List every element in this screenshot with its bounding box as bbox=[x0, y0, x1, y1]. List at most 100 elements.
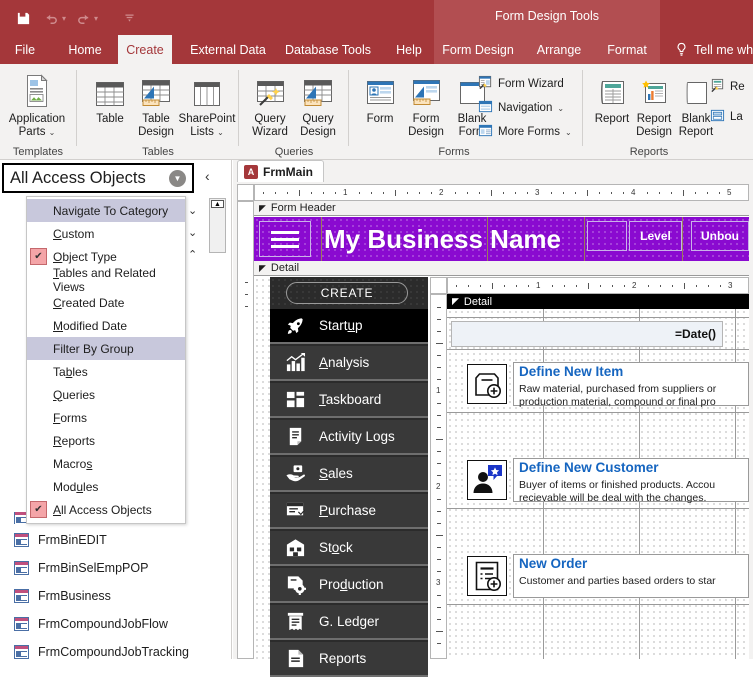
box-plus-icon[interactable] bbox=[467, 364, 507, 404]
card-title-define-new-customer: Define New Customer bbox=[519, 460, 659, 475]
tab-database-tools[interactable]: Database Tools bbox=[278, 35, 378, 64]
menu-item-navigate-to-category[interactable]: Navigate To Category bbox=[27, 199, 185, 222]
collapse-arrow-icon[interactable]: ◤ bbox=[452, 296, 459, 307]
tab-create[interactable]: Create bbox=[118, 35, 172, 64]
sidebar-item-label: G. Ledger bbox=[319, 614, 380, 629]
redo-dropdown-icon[interactable]: ▾ bbox=[94, 14, 98, 23]
labels-button[interactable]: La bbox=[710, 108, 743, 126]
menu-item-macros[interactable]: Macros bbox=[27, 452, 185, 475]
menu-item-reports[interactable]: Reports bbox=[27, 429, 185, 452]
customize-qat-icon[interactable] bbox=[116, 6, 142, 30]
card-desc-new-order: Customer and parties based orders to sta… bbox=[519, 575, 716, 587]
header-banner[interactable]: My Business Name Level Unbou bbox=[254, 217, 749, 261]
sidebar-item-stock[interactable]: Stock bbox=[270, 531, 428, 566]
sidebar-item-purchase[interactable]: Purchase bbox=[270, 494, 428, 529]
list-item[interactable]: FrmCompoundJobFlow bbox=[0, 610, 208, 638]
form-object-icon bbox=[14, 533, 29, 547]
sidebar-item-label: Sales bbox=[319, 466, 353, 481]
list-item[interactable]: FrmBinEDIT bbox=[0, 526, 208, 554]
person-star-icon[interactable] bbox=[467, 460, 507, 500]
save-icon[interactable] bbox=[10, 6, 36, 30]
sidebar-item-taskboard[interactable]: Taskboard bbox=[270, 383, 428, 418]
sidebar-item-activity-logs[interactable]: Activity Logs bbox=[270, 420, 428, 455]
report-wizard-button[interactable]: Re bbox=[710, 78, 745, 96]
sidebar-item-sales[interactable]: Sales bbox=[270, 457, 428, 492]
object-name: FrmBinEDIT bbox=[38, 533, 107, 547]
sidebar-item-production[interactable]: Production bbox=[270, 568, 428, 603]
collapse-arrow-icon[interactable]: ◤ bbox=[259, 203, 266, 214]
tab-arrange[interactable]: Arrange bbox=[528, 35, 590, 64]
form-wizard-button[interactable]: Form Wizard bbox=[478, 75, 564, 93]
tab-home[interactable]: Home bbox=[60, 35, 110, 64]
detail-canvas-inner[interactable]: =Date() Define New Item Raw material, pu… bbox=[447, 309, 749, 659]
tab-form-design[interactable]: Form Design bbox=[436, 35, 520, 64]
menu-item-forms[interactable]: Forms bbox=[27, 406, 185, 429]
tab-help[interactable]: Help bbox=[390, 35, 428, 64]
list-item[interactable]: FrmCompoundJobTracking bbox=[0, 638, 208, 666]
redo-icon[interactable] bbox=[70, 6, 96, 30]
date-expression-control[interactable]: =Date() bbox=[451, 321, 723, 347]
chevron-down-icon[interactable]: ⌄ bbox=[188, 204, 197, 217]
report-design-icon bbox=[637, 70, 671, 110]
menu-item-filter-by-group[interactable]: Filter By Group bbox=[27, 337, 185, 360]
form-sidebar-menu[interactable]: CREATE Startup Analysis Taskboard Activi… bbox=[270, 277, 428, 677]
menu-item-tables-and-related-views[interactable]: Tables and Related Views bbox=[27, 266, 185, 294]
navigation-button[interactable]: Navigation ⌄ bbox=[478, 99, 564, 117]
undo-dropdown-icon[interactable]: ▾ bbox=[62, 14, 66, 23]
chevron-down-icon[interactable]: ⌄ bbox=[565, 128, 572, 137]
detail-canvas-outer[interactable]: CREATE Startup Analysis Taskboard Activi… bbox=[254, 277, 749, 677]
sidebar-item-reports[interactable]: Reports bbox=[270, 642, 428, 677]
undo-icon[interactable] bbox=[38, 6, 64, 30]
form-header-band[interactable]: ◤ Form Header bbox=[254, 201, 749, 216]
document-tab-frmmain[interactable]: A FrmMain bbox=[237, 160, 325, 182]
more-forms-button[interactable]: More Forms ⌄ bbox=[478, 123, 572, 141]
scrollbar-thumb[interactable]: ▲ bbox=[211, 200, 224, 208]
query-design-button[interactable]: Query Design bbox=[290, 70, 346, 139]
nav-pane-header[interactable]: All Access Objects ▼ bbox=[2, 163, 194, 193]
sidebar-item-analysis[interactable]: Analysis bbox=[270, 346, 428, 381]
tab-format[interactable]: Format bbox=[598, 35, 656, 64]
menu-item-queries[interactable]: Queries bbox=[27, 383, 185, 406]
ribbon: Application Parts ⌄ Templates Table Tabl… bbox=[0, 64, 753, 160]
menu-item-all-access-objects[interactable]: ✔ All Access Objects bbox=[27, 498, 185, 521]
nav-pane-scrollbar[interactable]: ▲ bbox=[209, 198, 226, 253]
sidebar-item-label: Startup bbox=[319, 318, 363, 333]
chevron-up-icon[interactable]: ⌃ bbox=[188, 248, 197, 261]
tab-file[interactable]: File bbox=[8, 35, 42, 64]
collapse-arrow-icon[interactable]: ◤ bbox=[259, 263, 266, 274]
tab-external-data[interactable]: External Data bbox=[180, 35, 276, 64]
document-plus-icon[interactable] bbox=[467, 556, 507, 596]
query-wizard-label1: Query bbox=[254, 113, 286, 125]
chevron-down-icon[interactable]: ⌄ bbox=[557, 104, 564, 113]
menu-item-modules[interactable]: Modules bbox=[27, 475, 185, 498]
chevron-left-icon[interactable]: ‹ bbox=[205, 168, 210, 184]
title-bar: Form Design Tools ▾ ▾ bbox=[0, 0, 753, 35]
hand-sale-icon bbox=[284, 463, 306, 485]
list-item[interactable]: FrmBinSelEmpPOP bbox=[0, 554, 208, 582]
detail-band-outer[interactable]: ◤ Detail bbox=[254, 261, 749, 276]
lightbulb-icon[interactable] bbox=[674, 42, 689, 62]
chevron-down-icon[interactable]: ⌄ bbox=[188, 226, 197, 239]
menu-item-tables[interactable]: Tables bbox=[27, 360, 185, 383]
menu-item-created-date[interactable]: Created Date bbox=[27, 291, 185, 314]
sidebar-item-g-ledger[interactable]: G. Ledger bbox=[270, 605, 428, 640]
sharepoint-lists-label2: Lists bbox=[190, 126, 214, 138]
menu-item-modified-date[interactable]: Modified Date bbox=[27, 314, 185, 337]
application-parts-button[interactable]: Application Parts ⌄ bbox=[9, 70, 65, 139]
list-item[interactable]: FrmBusiness bbox=[0, 582, 208, 610]
detail-band-inner[interactable]: ◤ Detail bbox=[447, 294, 749, 309]
banner-blank-control[interactable] bbox=[587, 221, 627, 251]
menu-item-custom[interactable]: Custom bbox=[27, 222, 185, 245]
chevron-down-circle-icon[interactable]: ▼ bbox=[169, 169, 186, 187]
chevron-down-icon[interactable]: ⌄ bbox=[217, 128, 224, 137]
nested-subform[interactable]: 1 2 3 1 2 3 ◤ Detail =Date() Define New … bbox=[430, 277, 749, 659]
navigation-pane: All Access Objects ▼ ‹ ⌄ ⌄ ⌃ ▲ Navigate … bbox=[0, 160, 232, 659]
sharepoint-lists-button[interactable]: SharePoint Lists ⌄ bbox=[176, 70, 238, 139]
form-design-surface[interactable]: ◤ Form Header My Business Name Level Unb… bbox=[254, 201, 749, 677]
create-button[interactable]: CREATE bbox=[286, 282, 408, 304]
sidebar-item-startup[interactable]: Startup bbox=[270, 309, 428, 344]
chevron-down-icon[interactable]: ⌄ bbox=[49, 128, 56, 137]
hamburger-menu-icon[interactable] bbox=[271, 230, 299, 248]
sidebar-item-label: Production bbox=[319, 577, 384, 592]
tab-tell-me[interactable]: Tell me wh bbox=[694, 35, 753, 64]
